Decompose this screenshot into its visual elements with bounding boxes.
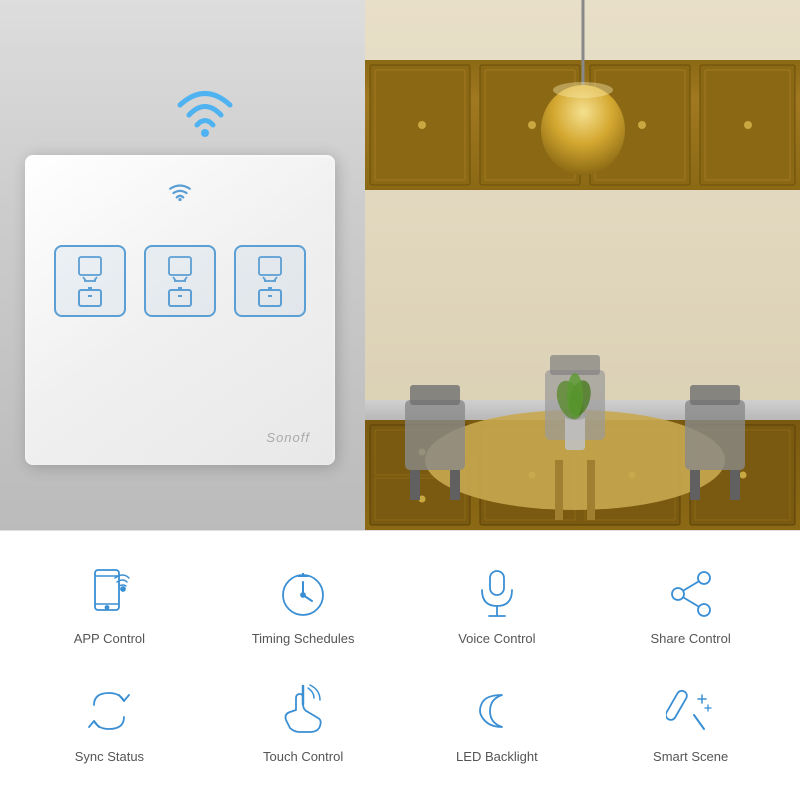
feature-timing-schedules: Timing Schedules	[209, 551, 398, 664]
wifi-icon-hero	[165, 70, 245, 145]
smart-scene-icon	[663, 684, 718, 739]
share-control-label: Share Control	[651, 631, 731, 648]
feature-led-backlight: LED Backlight	[403, 669, 592, 782]
switch-wifi-indicator	[168, 183, 192, 206]
feature-smart-scene: Smart Scene	[596, 669, 785, 782]
sync-status-label: Sync Status	[75, 749, 144, 766]
left-panel: Sonoff	[0, 0, 365, 530]
switch-button-2[interactable]	[144, 245, 216, 317]
dining-area	[375, 300, 800, 520]
touch-control-icon	[276, 684, 331, 739]
sync-status-icon	[82, 684, 137, 739]
led-backlight-label: LED Backlight	[456, 749, 538, 766]
feature-sync-status: Sync Status	[15, 669, 204, 782]
feature-app-control: APP Control	[15, 551, 204, 664]
app-control-label: APP Control	[74, 631, 145, 648]
product-image-section: Sonoff	[0, 0, 800, 530]
app-container: Sonoff	[0, 0, 800, 801]
touch-control-label: Touch Control	[263, 749, 343, 766]
right-panel	[365, 0, 800, 530]
voice-control-icon	[469, 566, 524, 621]
pendant-light	[533, 0, 633, 205]
voice-control-label: Voice Control	[458, 631, 535, 648]
feature-touch-control: Touch Control	[209, 669, 398, 782]
switch-buttons-group[interactable]	[54, 245, 306, 317]
app-control-icon	[82, 566, 137, 621]
timing-schedules-icon	[276, 566, 331, 621]
switch-button-3[interactable]	[234, 245, 306, 317]
switch-plate: Sonoff	[25, 155, 335, 465]
timing-schedules-label: Timing Schedules	[252, 631, 355, 648]
switch-button-1[interactable]	[54, 245, 126, 317]
brand-label: Sonoff	[266, 430, 310, 445]
share-control-icon	[663, 566, 718, 621]
feature-voice-control: Voice Control	[403, 551, 592, 664]
feature-share-control: Share Control	[596, 551, 785, 664]
led-backlight-icon	[469, 684, 524, 739]
features-grid: APP Control Timing Schedules	[0, 531, 800, 801]
smart-scene-label: Smart Scene	[653, 749, 728, 766]
